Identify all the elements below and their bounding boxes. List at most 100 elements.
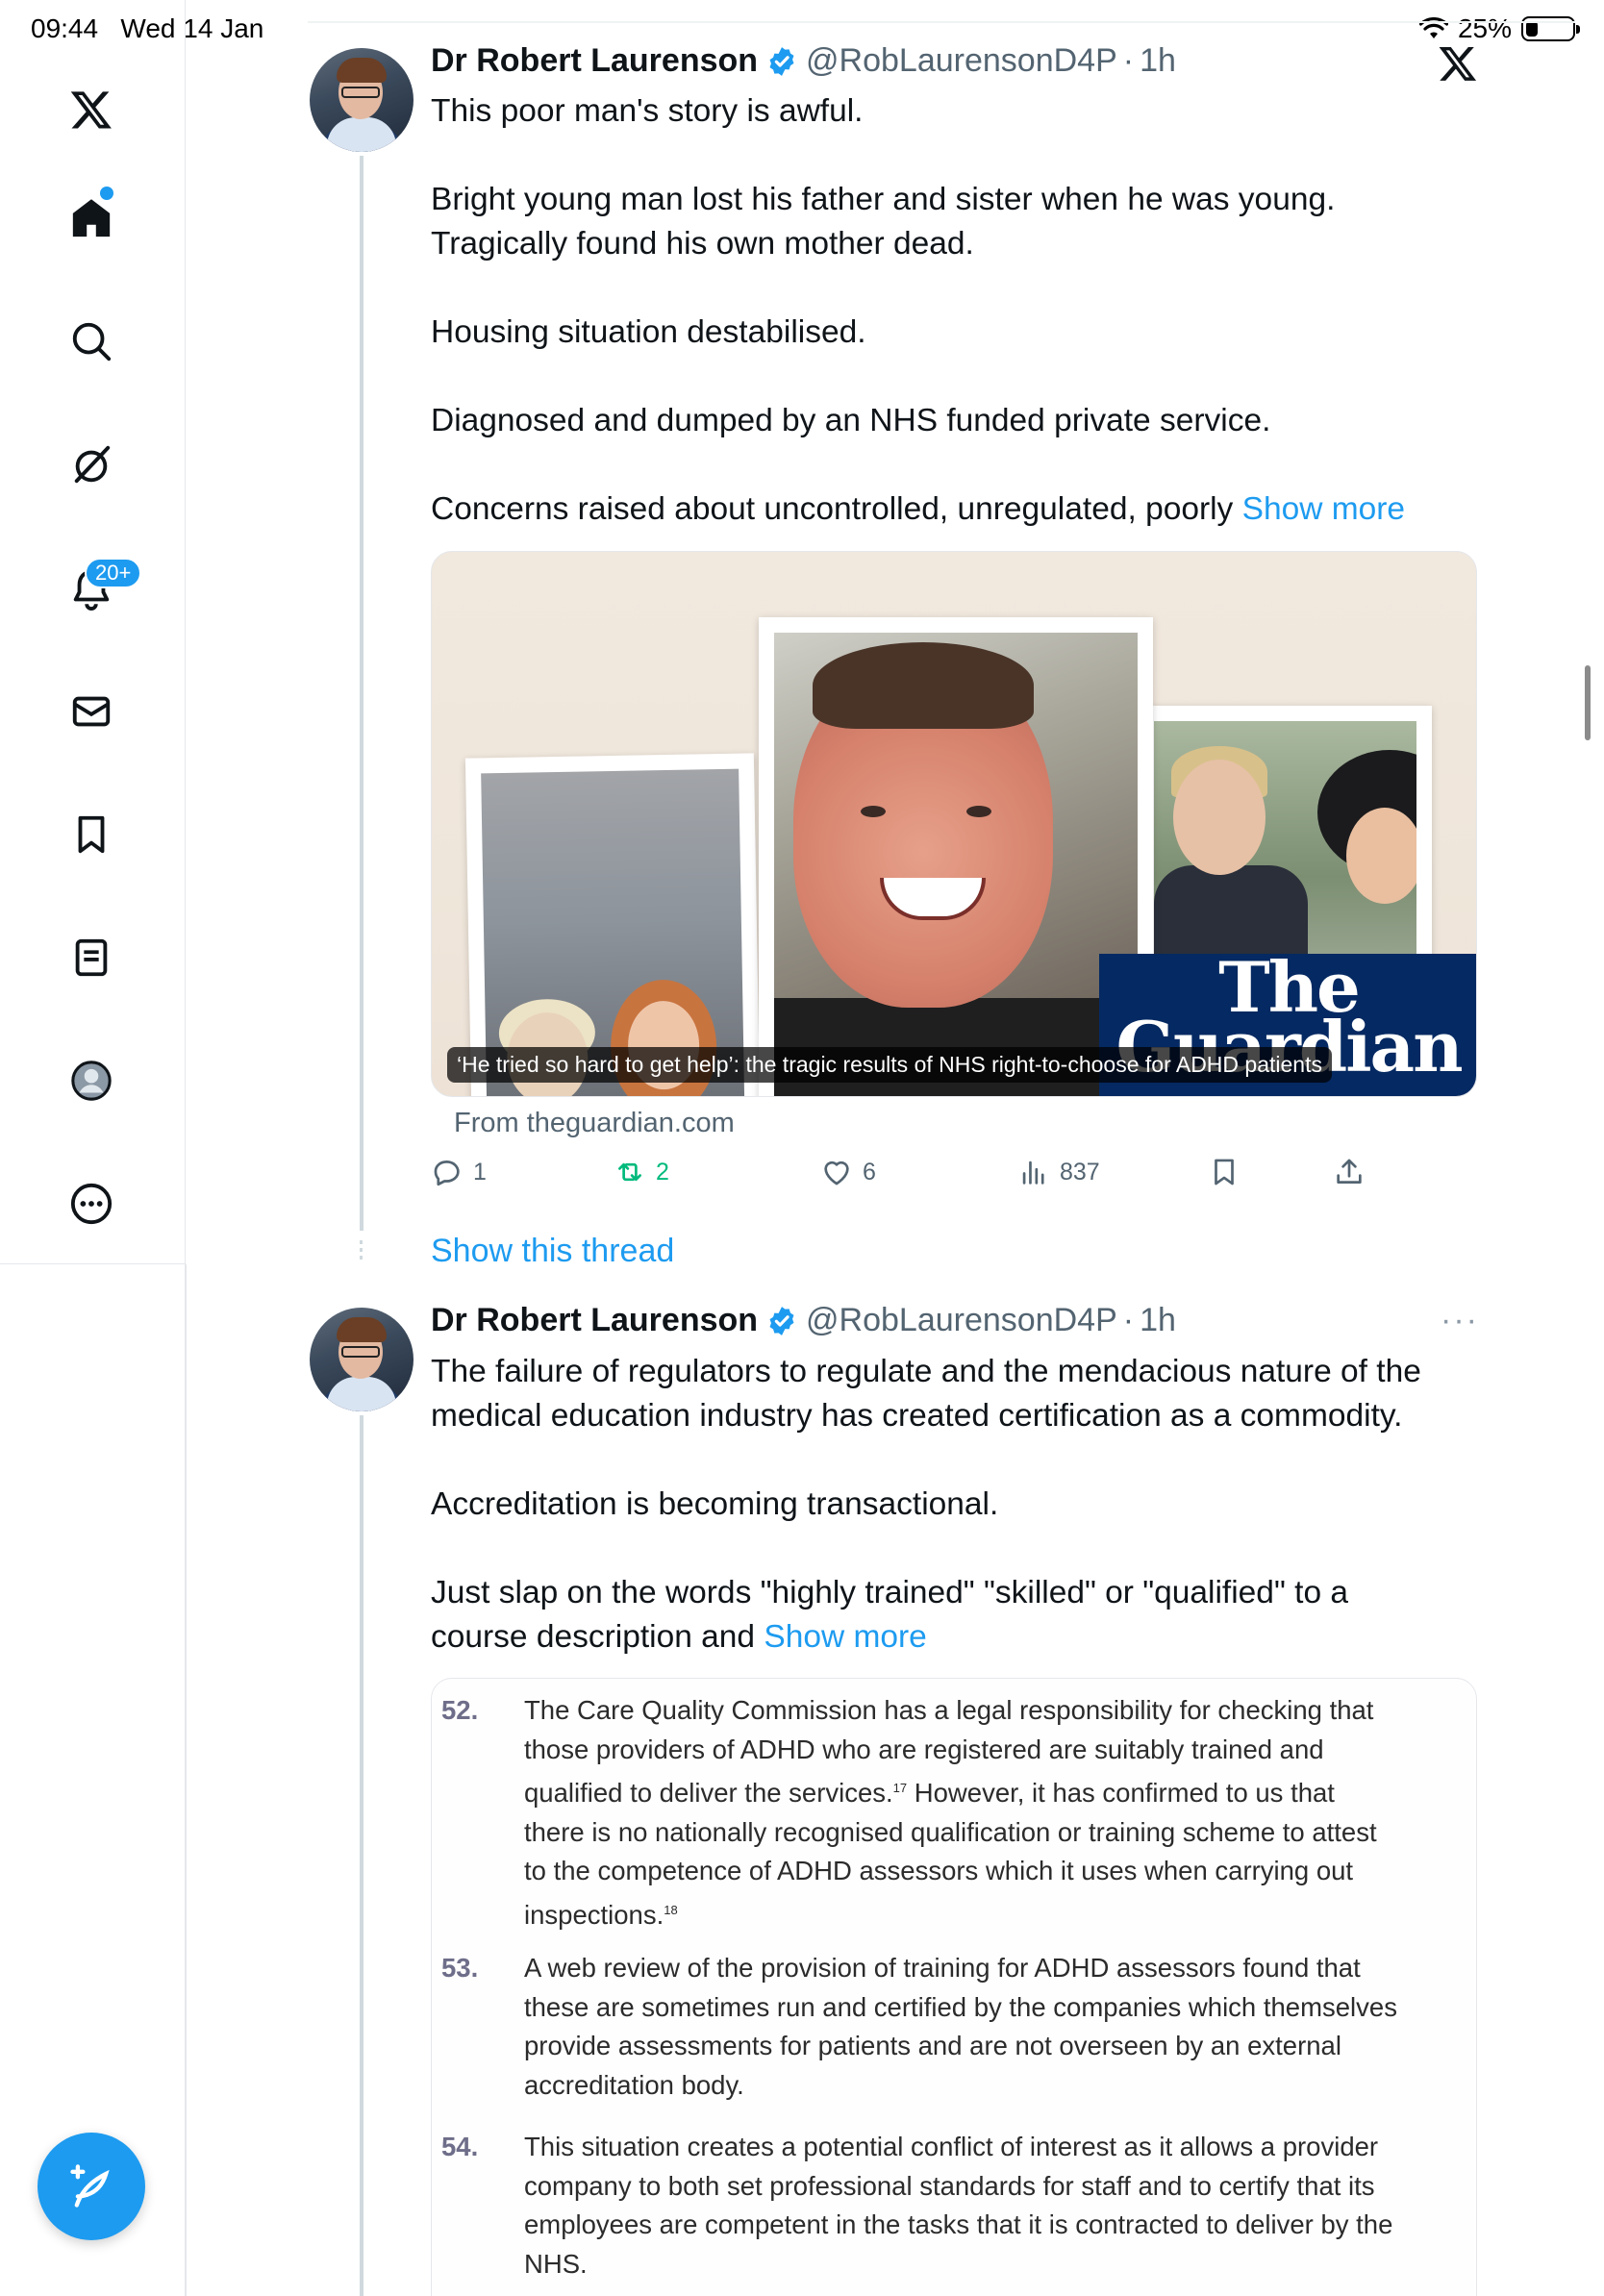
tweet-text-line: Housing situation destabilised. [431, 314, 866, 350]
tweet-text-line: The failure of regulators to regulate an… [431, 1354, 1421, 1389]
document-line: accreditation body. [524, 2069, 744, 2100]
document-line: there is no nationally recognised qualif… [524, 1816, 1377, 1847]
document-line: NHS. [524, 2248, 588, 2279]
share-button[interactable] [1333, 1156, 1366, 1188]
tweet-text-line: Concerns raised about uncontrolled, unre… [431, 491, 1234, 527]
retweet-button[interactable]: 2 [614, 1156, 669, 1188]
avatar[interactable] [310, 1308, 414, 1411]
bookmark-icon [1215, 1159, 1234, 1185]
tweet-text-line: Tragically found his own mother dead. [431, 226, 974, 262]
thread-connector-line [360, 156, 363, 1231]
lists-icon[interactable] [63, 929, 120, 986]
footnote-marker: 17 [892, 1781, 908, 1795]
link-preview-card[interactable]: The Guardian ‘He tried so hard to get he… [431, 551, 1477, 1097]
paragraph-number: 54. [441, 2132, 479, 2161]
tweet-text-line: Bright young man lost his father and sis… [431, 182, 1336, 217]
author-name[interactable]: Dr Robert Laurenson [431, 1302, 758, 1339]
tweet-text: The failure of regulators to regulate an… [431, 1350, 1489, 1660]
separator-dot: · [1122, 42, 1135, 79]
thread-gap-line [360, 1240, 363, 1261]
compose-feather-icon [70, 2164, 110, 2208]
author-handle[interactable]: @RobLaurensonD4P [806, 42, 1117, 80]
tweet-time[interactable]: 1h [1140, 1302, 1176, 1339]
like-button[interactable]: 6 [820, 1156, 876, 1188]
tweet-header: Dr Robert Laurenson @RobLaurensonD4P · 1… [431, 42, 1176, 80]
sidebar: 20+ [0, 0, 186, 1264]
search-icon[interactable] [63, 312, 120, 370]
bookmarks-icon[interactable] [63, 806, 120, 863]
document-line: those providers of ADHD who are register… [524, 1734, 1324, 1764]
author-name[interactable]: Dr Robert Laurenson [431, 42, 758, 80]
share-icon [1337, 1159, 1362, 1184]
show-more-link[interactable]: Show more [764, 1619, 926, 1655]
verified-badge-icon [769, 1306, 794, 1335]
notification-badge: 20+ [85, 558, 142, 588]
document-line: A web review of the provision of trainin… [524, 1953, 1361, 1983]
document-paragraph: 52. The Care Quality Commission has a le… [441, 1691, 1461, 1934]
verified-badge-icon [769, 46, 794, 76]
document-paragraph: 53. A web review of the provision of tra… [441, 1949, 1461, 2105]
attached-document-image[interactable]: 52. The Care Quality Commission has a le… [431, 1678, 1477, 2296]
more-options-button[interactable]: ··· [1441, 1302, 1479, 1339]
scrollbar[interactable] [1585, 665, 1591, 740]
document-paragraph: 54. This situation creates a potential c… [441, 2128, 1461, 2284]
show-thread-link[interactable]: Show this thread [431, 1233, 674, 1270]
retweet-icon [618, 1162, 641, 1182]
more-icon[interactable] [63, 1175, 120, 1233]
views-button[interactable]: 837 [1017, 1156, 1100, 1188]
photo-portrait [759, 617, 1153, 1096]
timeline-top-border [308, 21, 1575, 23]
compose-button[interactable] [38, 2133, 145, 2240]
tweet-text-line: Diagnosed and dumped by an NHS funded pr… [431, 403, 1271, 438]
document-line: inspections. [524, 1899, 664, 1930]
home-icon[interactable] [63, 189, 120, 247]
paragraph-number: 52. [441, 1695, 479, 1725]
home-unread-dot [100, 187, 113, 200]
tweet-time[interactable]: 1h [1140, 42, 1176, 80]
profile-icon[interactable] [63, 1052, 120, 1110]
document-line: provide assessments for patients and are… [524, 2031, 1341, 2060]
battery-icon [1521, 16, 1580, 41]
separator-dot: · [1122, 1302, 1135, 1338]
document-line: these are sometimes run and certified by… [524, 1991, 1397, 2022]
grok-icon[interactable] [63, 436, 120, 493]
battery-percent: 25% [1457, 13, 1512, 43]
document-line: However, it has confirmed to us that [907, 1778, 1335, 1809]
bookmark-button[interactable] [1208, 1156, 1241, 1188]
avatar[interactable] [310, 48, 414, 152]
tweet-text: This poor man's story is awful. Bright y… [431, 89, 1489, 532]
tweet-header: Dr Robert Laurenson @RobLaurensonD4P · 1… [431, 1302, 1176, 1339]
paragraph-number: 53. [441, 1953, 479, 1983]
document-line: to the competence of ADHD assessors whic… [524, 1856, 1354, 1886]
reply-count: 1 [473, 1158, 487, 1185]
document-line: employees are competent in the tasks tha… [524, 2209, 1393, 2239]
battery-fill [1526, 21, 1538, 37]
card-source[interactable]: From theguardian.com [454, 1108, 735, 1139]
show-more-link[interactable]: Show more [1242, 491, 1405, 527]
document-line: qualified to deliver the services. [524, 1778, 893, 1809]
x-logo-icon[interactable] [63, 81, 120, 138]
document-line: company to both set professional standar… [524, 2170, 1375, 2201]
messages-icon[interactable] [63, 683, 120, 740]
tweet-text-line: Accreditation is becoming transactional. [431, 1486, 999, 1522]
document-line: This situation creates a potential confl… [524, 2132, 1379, 2161]
tweet-text-line: medical education industry has created c… [431, 1398, 1403, 1434]
heart-icon [824, 1160, 849, 1185]
sidebar-divider [185, 1264, 187, 2296]
tweet-text-line: course description and [431, 1619, 756, 1655]
card-headline: ‘He tried so hard to get help’: the trag… [447, 1047, 1332, 1083]
views-chart-icon [1022, 1160, 1044, 1185]
reply-button[interactable]: 1 [431, 1156, 487, 1188]
x-logo-icon[interactable] [1438, 43, 1478, 84]
footnote-marker: 18 [664, 1902, 678, 1917]
reply-icon [434, 1160, 460, 1186]
tweet-text-line: This poor man's story is awful. [431, 93, 864, 129]
views-count: 837 [1060, 1158, 1100, 1185]
author-handle[interactable]: @RobLaurensonD4P [806, 1302, 1117, 1339]
tweet-actions: 1 2 6 837 [431, 1156, 1392, 1202]
retweet-count: 2 [656, 1158, 669, 1185]
document-line: The Care Quality Commission has a legal … [524, 1695, 1374, 1725]
like-count: 6 [863, 1158, 876, 1185]
status-indicators: 25% [1418, 13, 1580, 44]
photo-children [464, 753, 761, 1096]
